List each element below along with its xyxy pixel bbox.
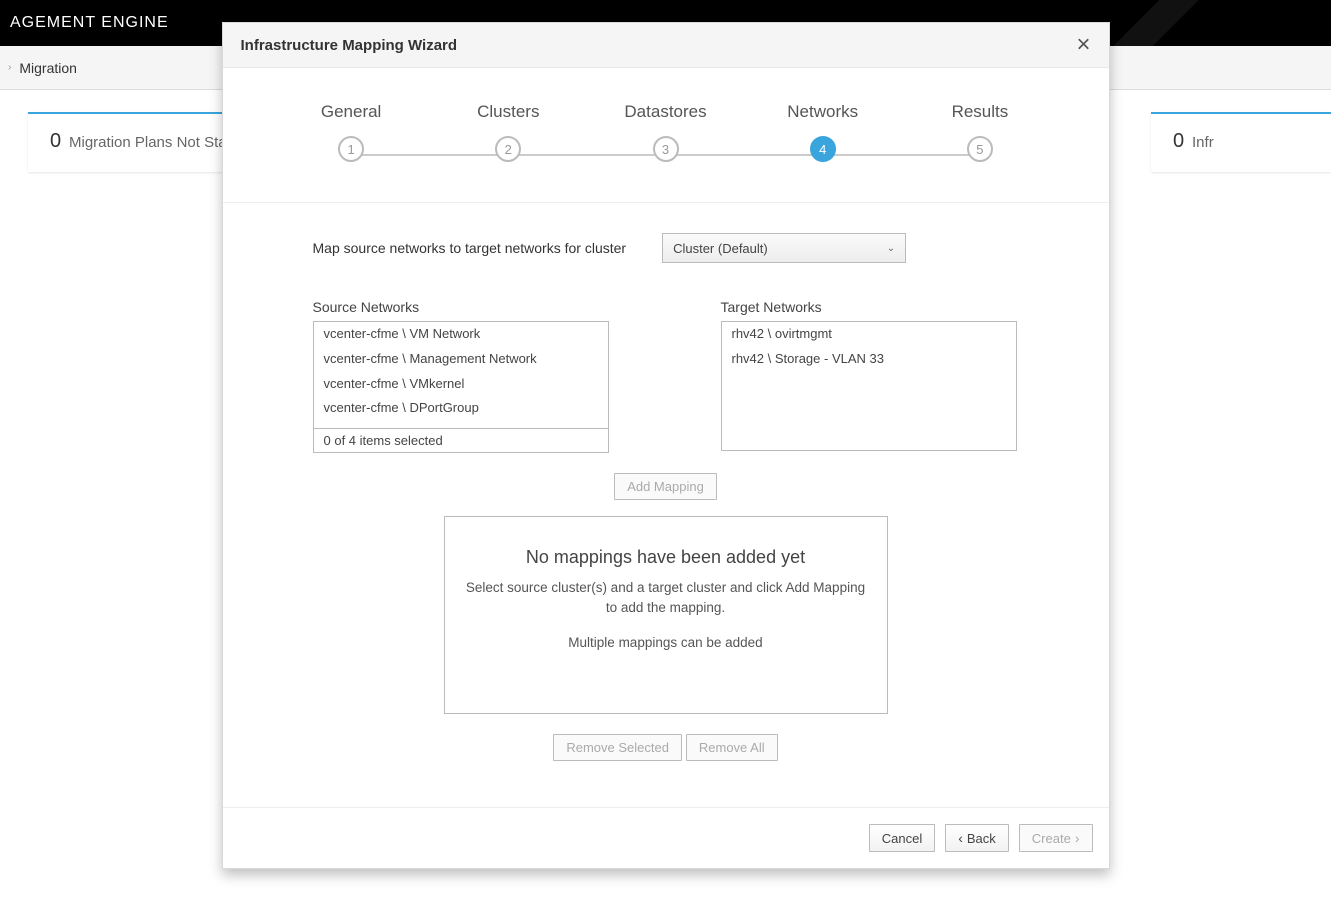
cluster-select-row: Map source networks to target networks f… bbox=[313, 233, 1019, 263]
step-label: Results bbox=[901, 102, 1058, 122]
step-circle: 2 bbox=[495, 136, 521, 162]
modal-title: Infrastructure Mapping Wizard bbox=[241, 37, 458, 54]
list-item[interactable]: rhv42 \ ovirtmgmt bbox=[722, 322, 1016, 347]
modal-body: Map source networks to target networks f… bbox=[223, 203, 1109, 807]
wizard-step-networks[interactable]: Networks 4 bbox=[744, 102, 901, 162]
empty-line2: Multiple mappings can be added bbox=[461, 633, 871, 653]
list-item[interactable]: vcenter-cfme \ Management Network bbox=[314, 347, 608, 372]
source-networks-title: Source Networks bbox=[313, 299, 609, 315]
step-circle: 5 bbox=[967, 136, 993, 162]
target-networks-list[interactable]: rhv42 \ ovirtmgmtrhv42 \ Storage - VLAN … bbox=[721, 321, 1017, 451]
step-label: General bbox=[273, 102, 430, 122]
mappings-empty-state: No mappings have been added yet Select s… bbox=[444, 516, 888, 714]
empty-line1: Select source cluster(s) and a target cl… bbox=[461, 578, 871, 619]
target-networks-title: Target Networks bbox=[721, 299, 1017, 315]
modal-footer: Cancel Back Create bbox=[223, 807, 1109, 868]
add-mapping-button[interactable]: Add Mapping bbox=[614, 473, 717, 500]
cluster-select[interactable]: Cluster (Default) ⌄ bbox=[662, 233, 906, 263]
list-item[interactable]: vcenter-cfme \ VMkernel bbox=[314, 372, 608, 397]
remove-buttons-row: Remove Selected Remove All bbox=[313, 734, 1019, 761]
chevron-right-icon bbox=[1075, 830, 1080, 846]
target-networks-panel: Target Networks rhv42 \ ovirtmgmtrhv42 \… bbox=[721, 299, 1017, 453]
instruction-label: Map source networks to target networks f… bbox=[313, 240, 627, 256]
remove-selected-button[interactable]: Remove Selected bbox=[553, 734, 682, 761]
step-circle: 4 bbox=[810, 136, 836, 162]
modal-header: Infrastructure Mapping Wizard × bbox=[223, 23, 1109, 68]
empty-heading: No mappings have been added yet bbox=[461, 547, 871, 568]
list-item[interactable]: rhv42 \ Storage - VLAN 33 bbox=[722, 347, 1016, 372]
step-label: Clusters bbox=[430, 102, 587, 122]
back-button[interactable]: Back bbox=[945, 824, 1009, 852]
wizard-step-results[interactable]: Results 5 bbox=[901, 102, 1058, 162]
chevron-left-icon bbox=[958, 830, 963, 846]
step-connector bbox=[666, 154, 823, 156]
wizard-step-clusters[interactable]: Clusters 2 bbox=[430, 102, 587, 162]
step-connector bbox=[823, 154, 980, 156]
infrastructure-mapping-wizard-modal: Infrastructure Mapping Wizard × General 1… bbox=[222, 22, 1110, 869]
create-button[interactable]: Create bbox=[1019, 824, 1093, 852]
step-label: Datastores bbox=[587, 102, 744, 122]
dual-list: Source Networks vcenter-cfme \ VM Networ… bbox=[313, 299, 1019, 453]
source-networks-list[interactable]: vcenter-cfme \ VM Networkvcenter-cfme \ … bbox=[313, 321, 609, 429]
add-mapping-row: Add Mapping bbox=[313, 473, 1019, 500]
chevron-down-icon: ⌄ bbox=[887, 243, 895, 254]
step-label: Networks bbox=[744, 102, 901, 122]
source-networks-panel: Source Networks vcenter-cfme \ VM Networ… bbox=[313, 299, 609, 453]
wizard-steps: General 1 Clusters 2 Datastores 3 Networks 4 Res… bbox=[223, 68, 1109, 203]
step-circle: 1 bbox=[338, 136, 364, 162]
cancel-button[interactable]: Cancel bbox=[869, 824, 935, 852]
remove-all-button[interactable]: Remove All bbox=[686, 734, 778, 761]
step-connector bbox=[351, 154, 508, 156]
wizard-step-datastores[interactable]: Datastores 3 bbox=[587, 102, 744, 162]
step-circle: 3 bbox=[653, 136, 679, 162]
source-selection-footer: 0 of 4 items selected bbox=[313, 429, 609, 453]
close-icon[interactable]: × bbox=[1076, 33, 1090, 57]
wizard-step-general[interactable]: General 1 bbox=[273, 102, 430, 162]
list-item[interactable]: vcenter-cfme \ DPortGroup bbox=[314, 396, 608, 421]
list-item[interactable]: vcenter-cfme \ VM Network bbox=[314, 322, 608, 347]
cluster-select-value: Cluster (Default) bbox=[673, 241, 768, 256]
step-connector bbox=[508, 154, 665, 156]
